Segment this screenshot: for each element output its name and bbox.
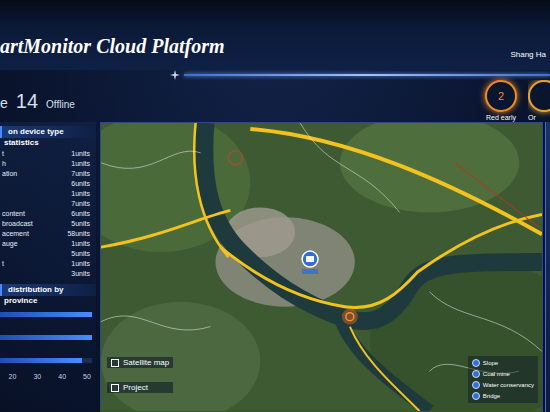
- divider: [0, 70, 550, 80]
- device-row[interactable]: auge1units: [2, 238, 90, 248]
- site-pin-icon[interactable]: [302, 251, 318, 274]
- bar[interactable]: [0, 358, 82, 363]
- province-chart: 20 30 40 50: [0, 306, 96, 383]
- device-row[interactable]: broadcast5units: [2, 218, 90, 228]
- legend-item[interactable]: Bridge: [472, 392, 534, 400]
- axis-tick: 20: [9, 373, 17, 380]
- left-panel: on device typestatisticst1unitsh1unitsat…: [0, 122, 96, 412]
- device-list: t1unitsh1unitsation7units6units1units7un…: [0, 148, 96, 278]
- offline-count: 14: [16, 90, 38, 113]
- map-control[interactable]: Project: [107, 382, 173, 393]
- bar-track: [0, 335, 92, 340]
- alert-item[interactable]: 2Red early: [478, 80, 524, 122]
- alert-ring: [528, 80, 550, 112]
- bar[interactable]: [0, 335, 92, 340]
- legend-item[interactable]: Water conservancy: [472, 381, 534, 389]
- axis-tick: 50: [83, 373, 91, 380]
- bar-track: [0, 358, 92, 363]
- device-row[interactable]: ation7units: [2, 168, 90, 178]
- marker-icon: [472, 359, 480, 367]
- axis-tick: 40: [58, 373, 66, 380]
- panel-header: on device type: [0, 126, 96, 138]
- marker-icon: [472, 370, 480, 378]
- panel-header: distribution by: [0, 284, 96, 296]
- bar[interactable]: [0, 312, 92, 317]
- online-label: e: [0, 95, 8, 111]
- map-control[interactable]: Satellite map: [107, 357, 173, 368]
- device-row[interactable]: acement58units: [2, 228, 90, 238]
- alert-label: Red early: [486, 113, 516, 122]
- alerts: 2Red early Or: [478, 80, 550, 122]
- device-row[interactable]: t1units: [2, 258, 90, 268]
- stats-row: e 14 Offline 2Red early Or: [0, 80, 550, 122]
- device-row[interactable]: h1units: [2, 158, 90, 168]
- legend-item[interactable]: Coal mine: [472, 370, 534, 378]
- device-row[interactable]: t1units: [2, 148, 90, 158]
- panel-subtitle: province: [0, 296, 96, 306]
- alert-item[interactable]: Or: [528, 80, 550, 122]
- layer-icon: [111, 384, 119, 392]
- axis: 20 30 40 50: [0, 373, 92, 383]
- device-row[interactable]: 5units: [2, 248, 90, 258]
- dashboard: artMonitor Cloud Platform Shang Ha e 14 Offl…: [0, 0, 550, 412]
- device-row[interactable]: content6units: [2, 208, 90, 218]
- map-controls: Satellite map Project: [107, 357, 173, 393]
- right-panel-edge: [545, 122, 550, 412]
- location-label: Shang Ha: [510, 50, 550, 59]
- map-legend: Slope Coal mine Water conservancy Bridge: [468, 356, 538, 403]
- bar-track: [0, 312, 92, 317]
- axis-tick: 30: [33, 373, 41, 380]
- device-row[interactable]: 3units: [2, 268, 90, 278]
- alert-ring: 2: [485, 80, 517, 112]
- top-bar: artMonitor Cloud Platform Shang Ha: [0, 0, 550, 70]
- map[interactable]: Satellite map Project Slope Coal mine Water …: [100, 122, 543, 412]
- marker-icon: [472, 392, 480, 400]
- alert-label: Or: [528, 113, 536, 122]
- main-area: on device typestatisticst1unitsh1unitsat…: [0, 122, 550, 412]
- device-row[interactable]: 1units: [2, 188, 90, 198]
- offline-label: Offline: [46, 99, 75, 110]
- legend-item[interactable]: Slope: [472, 359, 534, 367]
- plane-icon: [170, 70, 180, 80]
- panel-subtitle: statistics: [0, 138, 96, 148]
- device-summary: e 14 Offline: [0, 90, 75, 113]
- glow-line: [184, 74, 550, 76]
- device-row[interactable]: 7units: [2, 198, 90, 208]
- marker-icon: [472, 381, 480, 389]
- platform-title: artMonitor Cloud Platform: [0, 33, 225, 59]
- layer-icon: [111, 359, 119, 367]
- device-row[interactable]: 6units: [2, 178, 90, 188]
